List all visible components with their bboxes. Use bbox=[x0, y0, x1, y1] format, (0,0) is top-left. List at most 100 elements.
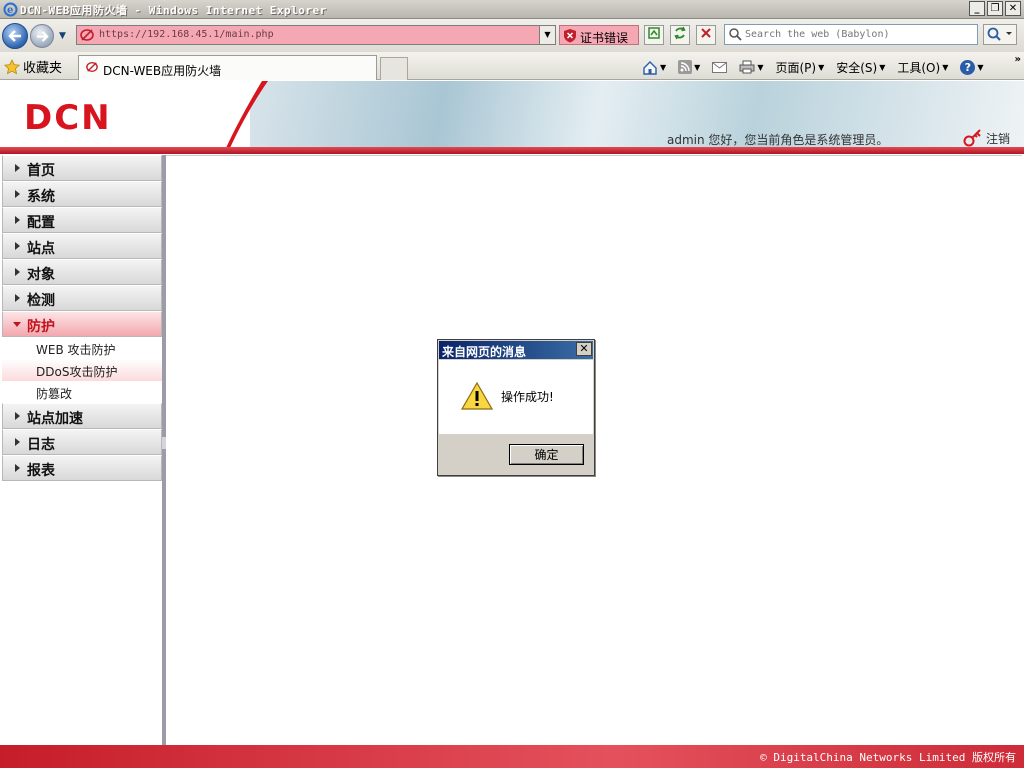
address-dropdown-icon[interactable]: ▼ bbox=[539, 26, 555, 44]
chevron-more-icon[interactable]: » bbox=[1015, 54, 1021, 65]
window-titlebar: e DCN-WEB应用防火墙 - Windows Internet Explor… bbox=[0, 0, 1024, 19]
tab-title: DCN-WEB应用防火墙 bbox=[103, 64, 222, 78]
sidebar-item-reports[interactable]: 报表 bbox=[2, 455, 162, 481]
sidebar-item-label: 对象 bbox=[27, 267, 55, 283]
home-button[interactable]: ▼ bbox=[636, 60, 672, 75]
dialog-close-button[interactable]: ✕ bbox=[576, 342, 592, 356]
compatibility-icon bbox=[648, 27, 660, 39]
compatibility-view-button[interactable] bbox=[644, 25, 664, 45]
home-icon bbox=[643, 60, 657, 75]
page-error-icon bbox=[80, 29, 94, 41]
sidebar-item-label: 站点 bbox=[27, 241, 55, 257]
ok-button[interactable]: 确定 bbox=[509, 444, 584, 465]
close-window-button[interactable]: ✕ bbox=[1005, 1, 1021, 16]
refresh-icon bbox=[674, 26, 686, 40]
address-url: https://192.168.45.1/main.php bbox=[99, 29, 274, 40]
tools-menu-label: 工具(O) bbox=[897, 60, 941, 75]
search-input[interactable] bbox=[745, 26, 973, 43]
favorites-bar: 收藏夹 DCN-WEB应用防火墙 ▼ ▼ ▼ 页面(P) ▼ 安全(S) ▼ 工… bbox=[0, 52, 1024, 80]
dcn-logo: DCN bbox=[24, 98, 112, 138]
feeds-button[interactable]: ▼ bbox=[672, 60, 706, 74]
sidebar-subitem-label: 防篡改 bbox=[36, 387, 73, 401]
history-dropdown-icon[interactable]: ▼ bbox=[59, 31, 66, 41]
sidebar-menu: 首页 系统 配置 站点 对象 检测 防护 WEB 攻击防护 DDoS攻击防护 防… bbox=[2, 155, 162, 745]
dialog-body: 操作成功! bbox=[439, 360, 593, 434]
shield-x-icon bbox=[564, 29, 576, 43]
certificate-error-button[interactable]: 证书错误 bbox=[559, 25, 639, 45]
sidebar-subitem-ddos[interactable]: DDoS攻击防护 bbox=[2, 359, 162, 381]
caret-right-icon bbox=[15, 438, 20, 446]
stop-button[interactable] bbox=[696, 25, 716, 45]
address-toolbar: ▼ https://192.168.45.1/main.php ▼ 证书错误 bbox=[0, 19, 1024, 52]
sidebar-item-label: 防护 bbox=[27, 319, 55, 335]
sidebar-item-detection[interactable]: 检测 bbox=[2, 285, 162, 311]
tools-menu[interactable]: 工具(O) ▼ bbox=[891, 59, 954, 76]
caret-right-icon bbox=[15, 294, 20, 302]
caret-right-icon bbox=[15, 216, 20, 224]
print-button[interactable]: ▼ bbox=[733, 60, 769, 74]
sidebar-item-logs[interactable]: 日志 bbox=[2, 429, 162, 455]
warning-icon bbox=[461, 382, 493, 410]
sidebar-subitem-web-attack[interactable]: WEB 攻击防护 bbox=[2, 337, 162, 359]
safety-menu-label: 安全(S) bbox=[836, 60, 878, 75]
sidebar-subitem-anti-tamper[interactable]: 防篡改 bbox=[2, 381, 162, 403]
dialog-message: 操作成功! bbox=[501, 390, 554, 404]
logout-label: 注销 bbox=[986, 131, 1011, 146]
search-box[interactable] bbox=[724, 24, 978, 45]
mail-button[interactable] bbox=[706, 61, 733, 73]
sidebar-item-label: 站点加速 bbox=[27, 411, 83, 427]
footer: © DigitalChina Networks Limited 版权所有 bbox=[0, 745, 1024, 768]
caret-right-icon bbox=[15, 164, 20, 172]
app-header: DCN admin 您好，您当前角色是系统管理员。 注销 bbox=[0, 81, 1024, 154]
sidebar-item-label: 配置 bbox=[27, 215, 55, 231]
header-banner bbox=[250, 81, 1024, 147]
user-greeting: admin 您好，您当前角色是系统管理员。 bbox=[667, 133, 889, 147]
sidebar-item-home[interactable]: 首页 bbox=[2, 155, 162, 181]
sidebar-item-label: 日志 bbox=[27, 437, 55, 453]
key-icon bbox=[963, 129, 981, 147]
header-divider bbox=[0, 147, 1024, 154]
window-title: DCN-WEB应用防火墙 - Windows Internet Explorer bbox=[20, 4, 327, 17]
tab-page-icon bbox=[86, 62, 98, 72]
back-button[interactable] bbox=[2, 23, 28, 49]
sidebar-item-object[interactable]: 对象 bbox=[2, 259, 162, 285]
copyright-text: © DigitalChina Networks Limited 版权所有 bbox=[760, 751, 1016, 764]
mail-icon bbox=[712, 61, 728, 73]
svg-text:e: e bbox=[7, 5, 13, 16]
new-tab-button[interactable] bbox=[380, 57, 408, 80]
search-provider-icon bbox=[729, 28, 742, 41]
sidebar-subitem-label: DDoS攻击防护 bbox=[36, 365, 118, 379]
sidebar-item-site[interactable]: 站点 bbox=[2, 233, 162, 259]
dialog-titlebar[interactable]: 来自网页的消息 bbox=[439, 341, 593, 359]
safety-menu[interactable]: 安全(S) ▼ bbox=[830, 59, 891, 76]
command-bar: ▼ ▼ ▼ 页面(P) ▼ 安全(S) ▼ 工具(O) ▼ ? ▼ bbox=[636, 56, 990, 78]
sidebar-item-protection[interactable]: 防护 bbox=[2, 311, 162, 337]
help-menu[interactable]: ? ▼ bbox=[954, 59, 989, 75]
printer-icon bbox=[739, 60, 755, 74]
ie-logo-icon: e bbox=[3, 2, 18, 17]
maximize-button[interactable]: ❐ bbox=[987, 1, 1003, 16]
forward-button[interactable] bbox=[30, 24, 54, 48]
arrow-right-icon bbox=[37, 31, 49, 42]
caret-down-icon bbox=[13, 322, 21, 327]
star-icon bbox=[4, 58, 20, 74]
favorites-button[interactable]: 收藏夹 bbox=[4, 57, 62, 76]
sidebar-item-label: 报表 bbox=[27, 463, 55, 479]
sidebar-item-acceleration[interactable]: 站点加速 bbox=[2, 403, 162, 429]
dialog-title: 来自网页的消息 bbox=[442, 345, 527, 359]
refresh-button[interactable] bbox=[670, 25, 690, 45]
address-bar[interactable]: https://192.168.45.1/main.php ▼ bbox=[76, 25, 556, 45]
caret-right-icon bbox=[15, 268, 20, 276]
sidebar-item-label: 首页 bbox=[27, 163, 55, 179]
page-menu[interactable]: 页面(P) ▼ bbox=[769, 59, 830, 76]
caret-right-icon bbox=[15, 412, 20, 420]
sidebar-item-config[interactable]: 配置 bbox=[2, 207, 162, 233]
caret-right-icon bbox=[15, 464, 20, 472]
sidebar-item-system[interactable]: 系统 bbox=[2, 181, 162, 207]
logout-link[interactable]: 注销 bbox=[963, 129, 1010, 147]
minimize-button[interactable]: _ bbox=[969, 1, 985, 16]
sidebar-subitem-label: WEB 攻击防护 bbox=[36, 343, 116, 357]
search-go-button[interactable] bbox=[983, 24, 1017, 45]
browser-tab[interactable]: DCN-WEB应用防火墙 bbox=[78, 55, 377, 80]
favorites-label: 收藏夹 bbox=[23, 61, 63, 76]
